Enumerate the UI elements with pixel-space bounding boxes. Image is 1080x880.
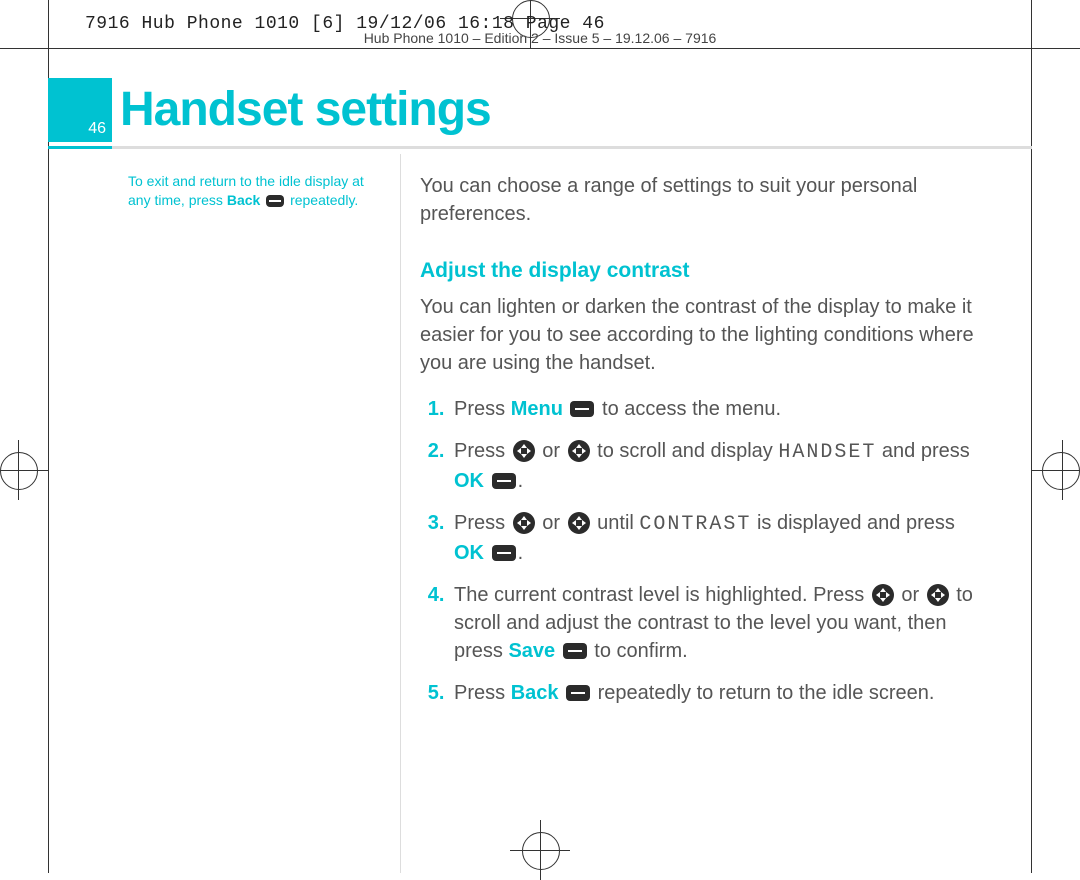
section-intro: You can lighten or darken the contrast o… (420, 293, 990, 377)
step-2: Press or to scroll and display HANDSET a… (450, 437, 990, 495)
crop-circle-bottom (522, 832, 560, 870)
step-4: The current contrast level is highlighte… (450, 581, 990, 665)
side-note-line1: To exit and return to the idle display a… (128, 173, 364, 189)
side-note-back: Back (227, 192, 260, 208)
step-1: Press Menu to access the menu. (450, 395, 990, 423)
softkey-icon (492, 473, 516, 489)
crop-rule-top (0, 48, 1080, 49)
nav-key-icon (513, 512, 535, 534)
steps-list: Press Menu to access the menu. Press or … (420, 395, 990, 707)
softkey-icon (570, 401, 594, 417)
softkey-icon (566, 685, 590, 701)
softkey-icon (563, 643, 587, 659)
crop-circle-right (1042, 452, 1080, 490)
page-number: 46 (88, 120, 106, 138)
nav-key-icon (927, 584, 949, 606)
nav-key-icon (568, 512, 590, 534)
intro-text: You can choose a range of settings to su… (420, 172, 990, 228)
softkey-icon (492, 545, 516, 561)
nav-key-icon (568, 440, 590, 462)
section-heading: Adjust the display contrast (420, 256, 990, 285)
side-note-line2b: repeatedly. (286, 192, 358, 208)
step-3: Press or until CONTRAST is displayed and… (450, 509, 990, 567)
page-number-badge: 46 (48, 78, 112, 142)
nav-key-icon (513, 440, 535, 462)
side-note: To exit and return to the idle display a… (128, 172, 378, 210)
step-5: Press Back repeatedly to return to the i… (450, 679, 990, 707)
title-underline (48, 146, 1032, 149)
side-note-line2a: any time, press (128, 192, 227, 208)
column-divider (400, 154, 401, 873)
crop-rule-right (1031, 0, 1032, 873)
page-title: Handset settings (120, 82, 491, 137)
edition-header: Hub Phone 1010 – Edition 2 – Issue 5 – 1… (0, 30, 1080, 46)
nav-key-icon (872, 584, 894, 606)
crop-circle-left (0, 452, 38, 490)
main-content: You can choose a range of settings to su… (420, 172, 990, 721)
softkey-icon (266, 195, 284, 207)
